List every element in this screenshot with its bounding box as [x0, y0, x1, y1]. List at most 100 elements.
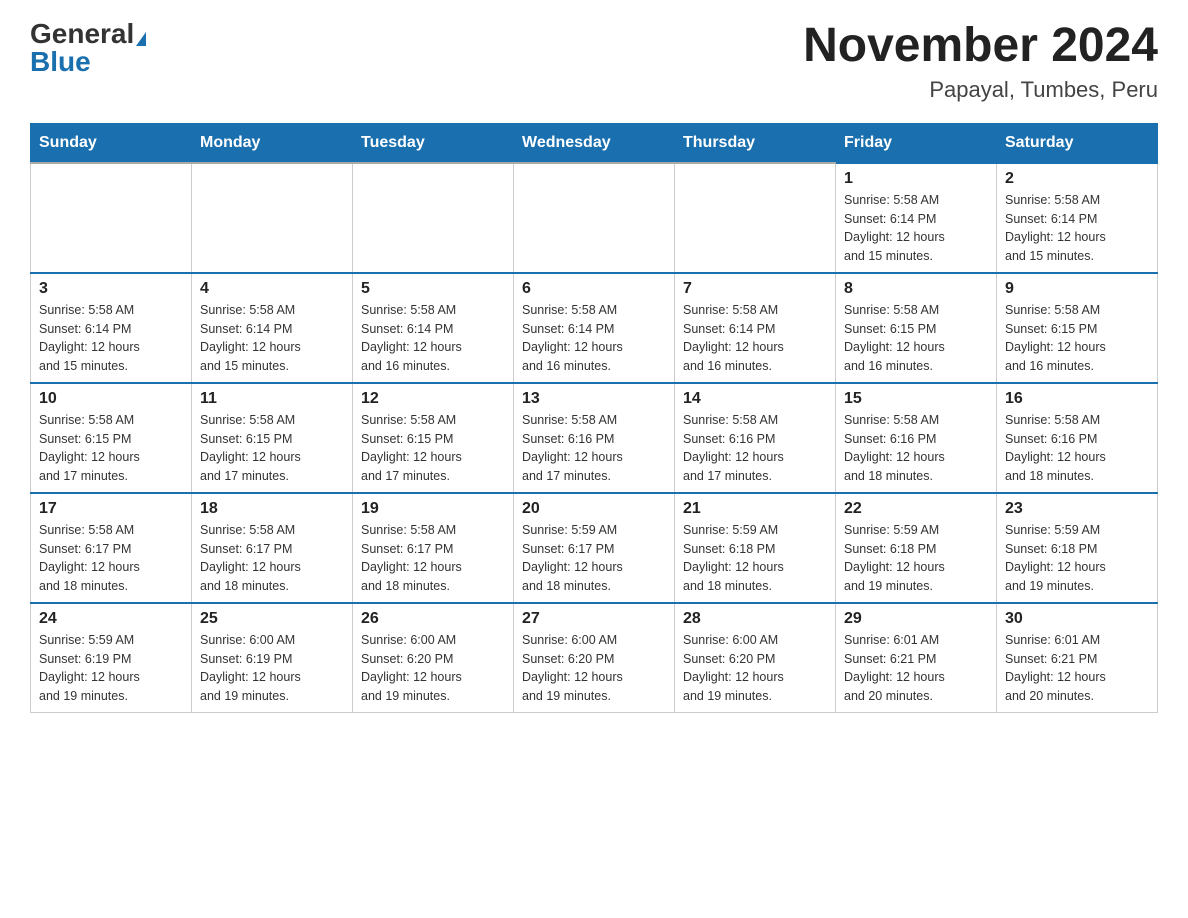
day-info: Sunrise: 5:58 AM Sunset: 6:16 PM Dayligh…: [522, 411, 666, 486]
day-info: Sunrise: 5:58 AM Sunset: 6:17 PM Dayligh…: [39, 521, 183, 596]
day-info: Sunrise: 5:59 AM Sunset: 6:18 PM Dayligh…: [844, 521, 988, 596]
day-number: 21: [683, 500, 827, 518]
day-info: Sunrise: 6:00 AM Sunset: 6:20 PM Dayligh…: [522, 631, 666, 706]
day-number: 17: [39, 500, 183, 518]
day-number: 24: [39, 610, 183, 628]
day-number: 2: [1005, 170, 1149, 188]
calendar-cell: 6 Sunrise: 5:58 AM Sunset: 6:14 PM Daylig…: [514, 273, 675, 383]
calendar-cell: 16 Sunrise: 5:58 AM Sunset: 6:16 PM Dayli…: [997, 383, 1158, 493]
calendar-cell: 7 Sunrise: 5:58 AM Sunset: 6:14 PM Daylig…: [675, 273, 836, 383]
day-number: 5: [361, 280, 505, 298]
day-number: 10: [39, 390, 183, 408]
day-number: 14: [683, 390, 827, 408]
day-number: 4: [200, 280, 344, 298]
calendar-cell: [353, 163, 514, 273]
logo-general: General: [30, 18, 146, 49]
day-info: Sunrise: 5:59 AM Sunset: 6:17 PM Dayligh…: [522, 521, 666, 596]
day-info: Sunrise: 5:58 AM Sunset: 6:14 PM Dayligh…: [683, 301, 827, 376]
subtitle: Papayal, Tumbes, Peru: [803, 77, 1158, 103]
day-number: 8: [844, 280, 988, 298]
day-info: Sunrise: 6:01 AM Sunset: 6:21 PM Dayligh…: [844, 631, 988, 706]
calendar-cell: 13 Sunrise: 5:58 AM Sunset: 6:16 PM Dayli…: [514, 383, 675, 493]
day-number: 26: [361, 610, 505, 628]
day-info: Sunrise: 5:58 AM Sunset: 6:14 PM Dayligh…: [522, 301, 666, 376]
title-area: November 2024 Papayal, Tumbes, Peru: [803, 20, 1158, 103]
calendar-cell: 2 Sunrise: 5:58 AM Sunset: 6:14 PM Daylig…: [997, 163, 1158, 273]
calendar-cell: 10 Sunrise: 5:58 AM Sunset: 6:15 PM Dayli…: [31, 383, 192, 493]
day-number: 28: [683, 610, 827, 628]
day-number: 16: [1005, 390, 1149, 408]
calendar-cell: [514, 163, 675, 273]
calendar-cell: 4 Sunrise: 5:58 AM Sunset: 6:14 PM Daylig…: [192, 273, 353, 383]
calendar-cell: 1Sunrise: 5:58 AM Sunset: 6:14 PM Daylig…: [836, 163, 997, 273]
week-row-0: 1Sunrise: 5:58 AM Sunset: 6:14 PM Daylig…: [31, 163, 1158, 273]
calendar-cell: 20 Sunrise: 5:59 AM Sunset: 6:17 PM Dayli…: [514, 493, 675, 603]
day-info: Sunrise: 5:58 AM Sunset: 6:16 PM Dayligh…: [1005, 411, 1149, 486]
page-header: General Blue November 2024 Papayal, Tumb…: [30, 20, 1158, 103]
day-info: Sunrise: 5:58 AM Sunset: 6:14 PM Dayligh…: [844, 191, 988, 266]
calendar-cell: 9Sunrise: 5:58 AM Sunset: 6:15 PM Daylig…: [997, 273, 1158, 383]
day-number: 30: [1005, 610, 1149, 628]
day-info: Sunrise: 5:58 AM Sunset: 6:17 PM Dayligh…: [200, 521, 344, 596]
logo: General Blue: [30, 20, 146, 76]
day-info: Sunrise: 5:58 AM Sunset: 6:15 PM Dayligh…: [361, 411, 505, 486]
day-info: Sunrise: 5:58 AM Sunset: 6:15 PM Dayligh…: [844, 301, 988, 376]
day-number: 6: [522, 280, 666, 298]
calendar-cell: 17 Sunrise: 5:58 AM Sunset: 6:17 PM Dayli…: [31, 493, 192, 603]
day-number: 29: [844, 610, 988, 628]
calendar-cell: 19Sunrise: 5:58 AM Sunset: 6:17 PM Dayli…: [353, 493, 514, 603]
header-wednesday: Wednesday: [514, 123, 675, 163]
day-info: Sunrise: 6:00 AM Sunset: 6:20 PM Dayligh…: [361, 631, 505, 706]
day-number: 13: [522, 390, 666, 408]
logo-blue-text: Blue: [30, 48, 91, 76]
header-friday: Friday: [836, 123, 997, 163]
day-info: Sunrise: 5:58 AM Sunset: 6:14 PM Dayligh…: [39, 301, 183, 376]
calendar-cell: 25 Sunrise: 6:00 AM Sunset: 6:19 PM Dayli…: [192, 603, 353, 713]
calendar-cell: 12 Sunrise: 5:58 AM Sunset: 6:15 PM Dayli…: [353, 383, 514, 493]
day-number: 3: [39, 280, 183, 298]
calendar-cell: 23 Sunrise: 5:59 AM Sunset: 6:18 PM Dayli…: [997, 493, 1158, 603]
day-info: Sunrise: 5:58 AM Sunset: 6:16 PM Dayligh…: [683, 411, 827, 486]
calendar-cell: 8 Sunrise: 5:58 AM Sunset: 6:15 PM Daylig…: [836, 273, 997, 383]
calendar-cell: 28 Sunrise: 6:00 AM Sunset: 6:20 PM Dayli…: [675, 603, 836, 713]
calendar-header: SundayMondayTuesdayWednesdayThursdayFrid…: [31, 123, 1158, 163]
calendar-cell: 11 Sunrise: 5:58 AM Sunset: 6:15 PM Dayli…: [192, 383, 353, 493]
week-row-3: 17 Sunrise: 5:58 AM Sunset: 6:17 PM Dayli…: [31, 493, 1158, 603]
day-info: Sunrise: 6:00 AM Sunset: 6:19 PM Dayligh…: [200, 631, 344, 706]
day-info: Sunrise: 6:00 AM Sunset: 6:20 PM Dayligh…: [683, 631, 827, 706]
logo-blue: Blue: [30, 46, 91, 77]
day-number: 23: [1005, 500, 1149, 518]
header-saturday: Saturday: [997, 123, 1158, 163]
day-info: Sunrise: 5:58 AM Sunset: 6:14 PM Dayligh…: [200, 301, 344, 376]
day-number: 20: [522, 500, 666, 518]
day-number: 11: [200, 390, 344, 408]
calendar-cell: 21 Sunrise: 5:59 AM Sunset: 6:18 PM Dayli…: [675, 493, 836, 603]
day-number: 22: [844, 500, 988, 518]
logo-text: General: [30, 20, 146, 48]
header-sunday: Sunday: [31, 123, 192, 163]
day-info: Sunrise: 5:59 AM Sunset: 6:18 PM Dayligh…: [1005, 521, 1149, 596]
day-info: Sunrise: 5:58 AM Sunset: 6:14 PM Dayligh…: [1005, 191, 1149, 266]
day-info: Sunrise: 5:58 AM Sunset: 6:15 PM Dayligh…: [39, 411, 183, 486]
day-number: 9: [1005, 280, 1149, 298]
day-number: 25: [200, 610, 344, 628]
day-number: 18: [200, 500, 344, 518]
logo-triangle-icon: [136, 32, 146, 46]
calendar-cell: [192, 163, 353, 273]
calendar-cell: 5Sunrise: 5:58 AM Sunset: 6:14 PM Daylig…: [353, 273, 514, 383]
day-number: 15: [844, 390, 988, 408]
day-number: 7: [683, 280, 827, 298]
calendar-cell: 26 Sunrise: 6:00 AM Sunset: 6:20 PM Dayli…: [353, 603, 514, 713]
header-row: SundayMondayTuesdayWednesdayThursdayFrid…: [31, 123, 1158, 163]
calendar-cell: 24 Sunrise: 5:59 AM Sunset: 6:19 PM Dayli…: [31, 603, 192, 713]
calendar-cell: [675, 163, 836, 273]
day-info: Sunrise: 5:59 AM Sunset: 6:18 PM Dayligh…: [683, 521, 827, 596]
day-info: Sunrise: 5:58 AM Sunset: 6:15 PM Dayligh…: [200, 411, 344, 486]
day-number: 12: [361, 390, 505, 408]
week-row-2: 10 Sunrise: 5:58 AM Sunset: 6:15 PM Dayli…: [31, 383, 1158, 493]
week-row-4: 24 Sunrise: 5:59 AM Sunset: 6:19 PM Dayli…: [31, 603, 1158, 713]
header-tuesday: Tuesday: [353, 123, 514, 163]
calendar-body: 1Sunrise: 5:58 AM Sunset: 6:14 PM Daylig…: [31, 163, 1158, 713]
day-info: Sunrise: 5:59 AM Sunset: 6:19 PM Dayligh…: [39, 631, 183, 706]
calendar-cell: 27Sunrise: 6:00 AM Sunset: 6:20 PM Dayli…: [514, 603, 675, 713]
